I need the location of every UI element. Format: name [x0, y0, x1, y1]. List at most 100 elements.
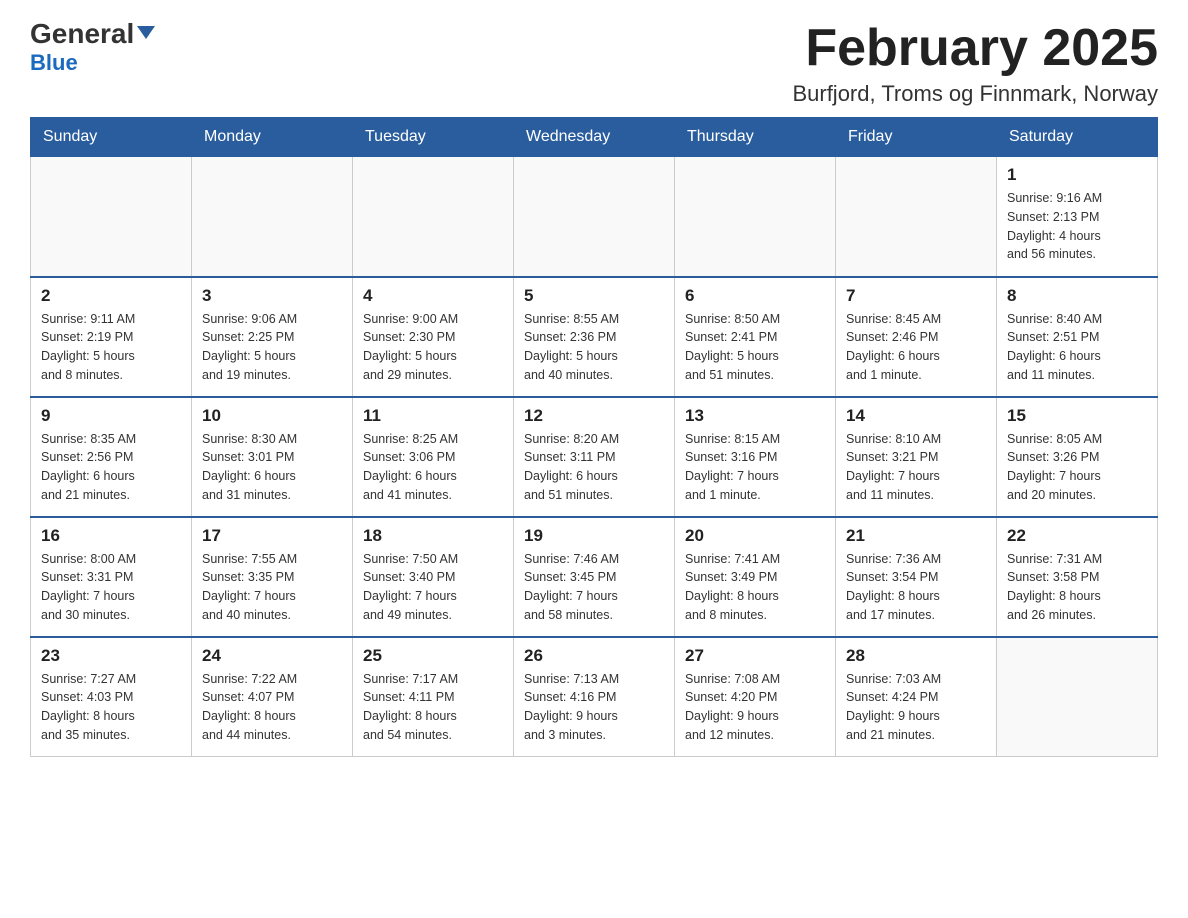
day-info: Sunrise: 7:08 AMSunset: 4:20 PMDaylight:… — [685, 670, 825, 745]
day-info: Sunrise: 7:41 AMSunset: 3:49 PMDaylight:… — [685, 550, 825, 625]
day-info: Sunrise: 7:50 AMSunset: 3:40 PMDaylight:… — [363, 550, 503, 625]
day-number: 21 — [846, 526, 986, 546]
day-number: 1 — [1007, 165, 1147, 185]
title-area: February 2025 Burfjord, Troms og Finnmar… — [792, 20, 1158, 107]
day-number: 12 — [524, 406, 664, 426]
calendar-week-5: 23Sunrise: 7:27 AMSunset: 4:03 PMDayligh… — [31, 637, 1158, 757]
day-number: 28 — [846, 646, 986, 666]
day-number: 15 — [1007, 406, 1147, 426]
day-number: 17 — [202, 526, 342, 546]
day-number: 27 — [685, 646, 825, 666]
table-row: 5Sunrise: 8:55 AMSunset: 2:36 PMDaylight… — [514, 277, 675, 397]
col-friday: Friday — [836, 118, 997, 157]
table-row — [192, 157, 353, 277]
table-row: 16 Sunrise: 8:00 AMSunset: 3:31 PMDayligh… — [31, 517, 192, 637]
table-row: 19 Sunrise: 7:46 AMSunset: 3:45 PMDayligh… — [514, 517, 675, 637]
table-row: 21Sunrise: 7:36 AMSunset: 3:54 PMDayligh… — [836, 517, 997, 637]
table-row: 13 Sunrise: 8:15 AMSunset: 3:16 PMDayligh… — [675, 397, 836, 517]
calendar-week-3: 9 Sunrise: 8:35 AMSunset: 2:56 PMDaylight… — [31, 397, 1158, 517]
day-info: Sunrise: 8:40 AMSunset: 2:51 PMDaylight:… — [1007, 310, 1147, 385]
day-info: Sunrise: 8:50 AMSunset: 2:41 PMDaylight:… — [685, 310, 825, 385]
calendar-week-1: 1 Sunrise: 9:16 AMSunset: 2:13 PMDaylight… — [31, 157, 1158, 277]
day-info: Sunrise: 9:16 AMSunset: 2:13 PMDaylight:… — [1007, 189, 1147, 264]
calendar-week-4: 16 Sunrise: 8:00 AMSunset: 3:31 PMDayligh… — [31, 517, 1158, 637]
table-row: 15 Sunrise: 8:05 AMSunset: 3:26 PMDayligh… — [997, 397, 1158, 517]
table-row: 2 Sunrise: 9:11 AMSunset: 2:19 PMDaylight… — [31, 277, 192, 397]
col-sunday: Sunday — [31, 118, 192, 157]
day-number: 18 — [363, 526, 503, 546]
day-info: Sunrise: 8:10 AMSunset: 3:21 PMDaylight:… — [846, 430, 986, 505]
table-row: 25 Sunrise: 7:17 AMSunset: 4:11 PMDayligh… — [353, 637, 514, 757]
table-row: 1 Sunrise: 9:16 AMSunset: 2:13 PMDaylight… — [997, 157, 1158, 277]
day-info: Sunrise: 9:11 AMSunset: 2:19 PMDaylight:… — [41, 310, 181, 385]
table-row: 10 Sunrise: 8:30 AMSunset: 3:01 PMDayligh… — [192, 397, 353, 517]
day-number: 6 — [685, 286, 825, 306]
day-info: Sunrise: 8:30 AMSunset: 3:01 PMDaylight:… — [202, 430, 342, 505]
day-number: 7 — [846, 286, 986, 306]
page-header: General Blue February 2025 Burfjord, Tro… — [30, 20, 1158, 107]
table-row: 26 Sunrise: 7:13 AMSunset: 4:16 PMDayligh… — [514, 637, 675, 757]
day-number: 16 — [41, 526, 181, 546]
day-number: 9 — [41, 406, 181, 426]
calendar-week-2: 2 Sunrise: 9:11 AMSunset: 2:19 PMDaylight… — [31, 277, 1158, 397]
day-number: 24 — [202, 646, 342, 666]
table-row: 23Sunrise: 7:27 AMSunset: 4:03 PMDayligh… — [31, 637, 192, 757]
table-row: 4 Sunrise: 9:00 AMSunset: 2:30 PMDaylight… — [353, 277, 514, 397]
day-info: Sunrise: 7:17 AMSunset: 4:11 PMDaylight:… — [363, 670, 503, 745]
day-number: 14 — [846, 406, 986, 426]
logo: General Blue — [30, 20, 155, 76]
day-number: 4 — [363, 286, 503, 306]
day-number: 10 — [202, 406, 342, 426]
day-number: 25 — [363, 646, 503, 666]
col-wednesday: Wednesday — [514, 118, 675, 157]
table-row: 24 Sunrise: 7:22 AMSunset: 4:07 PMDayligh… — [192, 637, 353, 757]
day-info: Sunrise: 9:00 AMSunset: 2:30 PMDaylight:… — [363, 310, 503, 385]
day-info: Sunrise: 7:13 AMSunset: 4:16 PMDaylight:… — [524, 670, 664, 745]
day-info: Sunrise: 7:22 AMSunset: 4:07 PMDaylight:… — [202, 670, 342, 745]
table-row: 20 Sunrise: 7:41 AMSunset: 3:49 PMDayligh… — [675, 517, 836, 637]
day-number: 22 — [1007, 526, 1147, 546]
calendar-table: Sunday Monday Tuesday Wednesday Thursday… — [30, 117, 1158, 757]
table-row: 27 Sunrise: 7:08 AMSunset: 4:20 PMDayligh… — [675, 637, 836, 757]
day-number: 13 — [685, 406, 825, 426]
table-row: 8 Sunrise: 8:40 AMSunset: 2:51 PMDaylight… — [997, 277, 1158, 397]
table-row — [31, 157, 192, 277]
day-info: Sunrise: 7:55 AMSunset: 3:35 PMDaylight:… — [202, 550, 342, 625]
day-number: 26 — [524, 646, 664, 666]
day-info: Sunrise: 8:35 AMSunset: 2:56 PMDaylight:… — [41, 430, 181, 505]
col-saturday: Saturday — [997, 118, 1158, 157]
day-info: Sunrise: 7:31 AMSunset: 3:58 PMDaylight:… — [1007, 550, 1147, 625]
day-info: Sunrise: 7:03 AMSunset: 4:24 PMDaylight:… — [846, 670, 986, 745]
day-info: Sunrise: 7:46 AMSunset: 3:45 PMDaylight:… — [524, 550, 664, 625]
day-info: Sunrise: 8:45 AMSunset: 2:46 PMDaylight:… — [846, 310, 986, 385]
table-row: 18 Sunrise: 7:50 AMSunset: 3:40 PMDayligh… — [353, 517, 514, 637]
table-row: 6 Sunrise: 8:50 AMSunset: 2:41 PMDaylight… — [675, 277, 836, 397]
table-row: 12 Sunrise: 8:20 AMSunset: 3:11 PMDayligh… — [514, 397, 675, 517]
day-info: Sunrise: 8:25 AMSunset: 3:06 PMDaylight:… — [363, 430, 503, 505]
table-row: 9 Sunrise: 8:35 AMSunset: 2:56 PMDaylight… — [31, 397, 192, 517]
calendar-header-row: Sunday Monday Tuesday Wednesday Thursday… — [31, 118, 1158, 157]
day-info: Sunrise: 8:00 AMSunset: 3:31 PMDaylight:… — [41, 550, 181, 625]
day-number: 2 — [41, 286, 181, 306]
day-info: Sunrise: 9:06 AMSunset: 2:25 PMDaylight:… — [202, 310, 342, 385]
day-info: Sunrise: 8:20 AMSunset: 3:11 PMDaylight:… — [524, 430, 664, 505]
table-row: 22 Sunrise: 7:31 AMSunset: 3:58 PMDayligh… — [997, 517, 1158, 637]
day-number: 11 — [363, 406, 503, 426]
month-title: February 2025 — [792, 20, 1158, 77]
location-subtitle: Burfjord, Troms og Finnmark, Norway — [792, 81, 1158, 107]
day-number: 8 — [1007, 286, 1147, 306]
day-number: 20 — [685, 526, 825, 546]
table-row — [997, 637, 1158, 757]
day-info: Sunrise: 8:15 AMSunset: 3:16 PMDaylight:… — [685, 430, 825, 505]
table-row: 11 Sunrise: 8:25 AMSunset: 3:06 PMDayligh… — [353, 397, 514, 517]
day-number: 3 — [202, 286, 342, 306]
col-tuesday: Tuesday — [353, 118, 514, 157]
col-thursday: Thursday — [675, 118, 836, 157]
logo-main-text: General — [30, 20, 155, 48]
table-row — [836, 157, 997, 277]
day-number: 23 — [41, 646, 181, 666]
table-row: 14 Sunrise: 8:10 AMSunset: 3:21 PMDayligh… — [836, 397, 997, 517]
table-row: 28 Sunrise: 7:03 AMSunset: 4:24 PMDayligh… — [836, 637, 997, 757]
day-info: Sunrise: 8:05 AMSunset: 3:26 PMDaylight:… — [1007, 430, 1147, 505]
day-number: 19 — [524, 526, 664, 546]
